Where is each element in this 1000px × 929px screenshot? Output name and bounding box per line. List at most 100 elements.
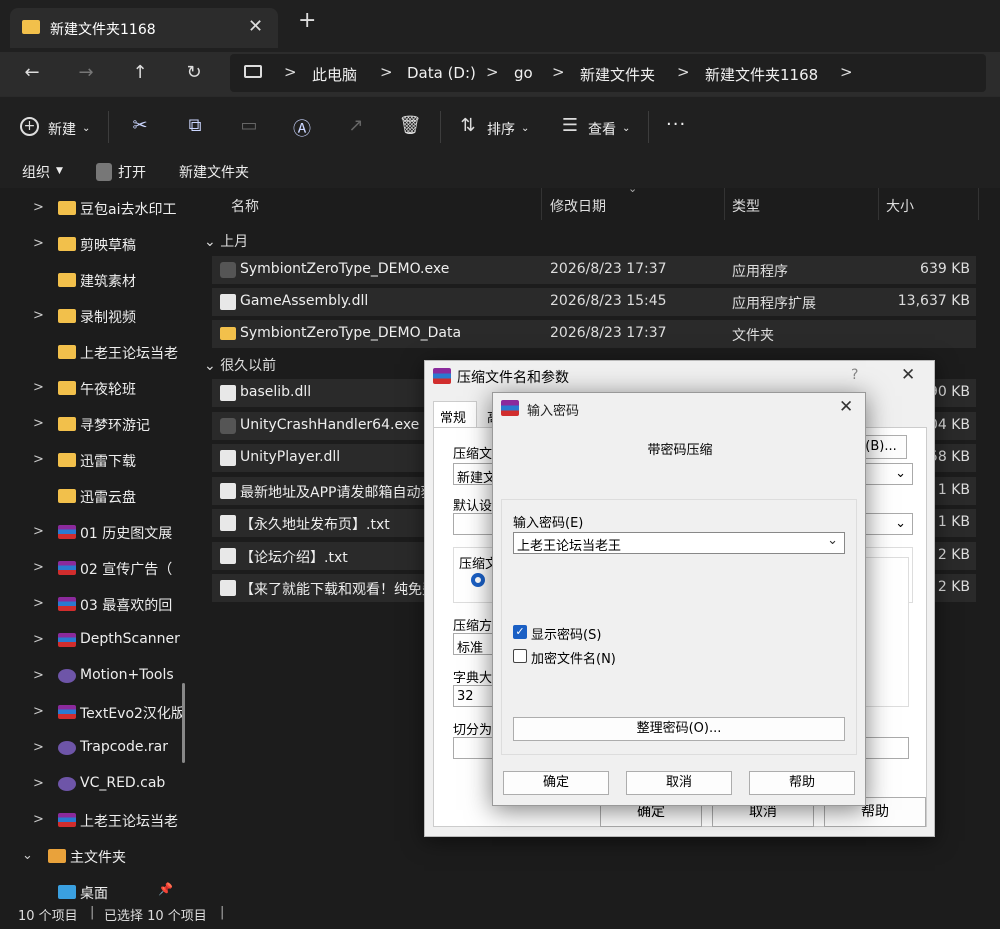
- encrypt-filenames-checkbox[interactable]: [513, 649, 527, 663]
- organize-button[interactable]: 组织: [22, 162, 50, 182]
- sidebar-item[interactable]: > 迅雷下载: [0, 442, 196, 478]
- tab-general[interactable]: 常规: [433, 401, 477, 427]
- chevron-right-icon[interactable]: >: [33, 524, 44, 539]
- sidebar-item[interactable]: > DepthScanner: [0, 622, 196, 658]
- back-arrow-icon[interactable]: ←: [18, 62, 46, 86]
- sidebar-item[interactable]: > 午夜轮班: [0, 370, 196, 406]
- organize-passwords-button[interactable]: 整理密码(O)...: [513, 717, 845, 741]
- copy-icon[interactable]: ⧉: [183, 115, 207, 139]
- sidebar-item[interactable]: >02 宣传广告（: [0, 550, 196, 586]
- breadcrumb-this-pc[interactable]: 此电脑: [312, 64, 357, 85]
- chevron-right-icon[interactable]: >: [33, 380, 44, 395]
- scrollbar-thumb[interactable]: [182, 683, 185, 763]
- chevron-right-icon[interactable]: >: [33, 668, 44, 683]
- sidebar-item-desktop[interactable]: 桌面 📌: [0, 874, 196, 902]
- column-divider: [541, 188, 542, 220]
- column-header-type[interactable]: 类型: [732, 196, 760, 216]
- sidebar-item[interactable]: > 上老王论坛当老: [0, 802, 196, 838]
- sidebar-item[interactable]: > TextEvo2汉化版: [0, 694, 196, 730]
- file-row[interactable]: SymbiontZeroType_DEMO.exe 2026/8/23 17:37…: [212, 256, 976, 284]
- chevron-right-icon[interactable]: >: [33, 560, 44, 575]
- password-input[interactable]: 上老王论坛当老王 ⌄: [513, 532, 845, 554]
- new-button[interactable]: 新建: [48, 119, 76, 139]
- sidebar-item[interactable]: >01 历史图文展: [0, 514, 196, 550]
- sidebar-item[interactable]: > 豆包ai去水印工: [0, 190, 196, 226]
- chevron-right-icon[interactable]: >: [33, 308, 44, 323]
- chevron-right-icon[interactable]: >: [33, 236, 44, 251]
- group-header-recent[interactable]: ⌄ 上月: [204, 231, 248, 251]
- chevron-right-icon[interactable]: >: [33, 812, 44, 827]
- chevron-right-icon[interactable]: >: [33, 596, 44, 611]
- sidebar-item[interactable]: > 寻梦环游记: [0, 406, 196, 442]
- radio-selected-icon[interactable]: [471, 573, 485, 587]
- breadcrumb-drive[interactable]: Data (D:): [407, 64, 476, 82]
- open-button[interactable]: 打开: [118, 162, 146, 182]
- show-password-checkbox[interactable]: ✓: [513, 625, 527, 639]
- new-folder-button[interactable]: 新建文件夹: [179, 162, 249, 182]
- file-name: UnityCrashHandler64.exe: [240, 416, 420, 433]
- breadcrumb-chevron-icon[interactable]: >: [840, 63, 853, 81]
- close-icon[interactable]: ✕: [839, 397, 853, 417]
- share-icon[interactable]: ↗: [344, 115, 368, 139]
- chevron-right-icon[interactable]: >: [33, 776, 44, 791]
- password-dialog: 输入密码 ✕ 带密码压缩 输入密码(E) 上老王论坛当老王 ⌄ ✓ 显示密码(S…: [492, 392, 866, 806]
- sidebar-item[interactable]: > Trapcode.rar: [0, 730, 196, 766]
- sidebar-item-home[interactable]: ⌄ 主文件夹: [0, 838, 196, 874]
- group-header-old[interactable]: ⌄ 很久以前: [204, 355, 276, 375]
- chevron-right-icon[interactable]: >: [33, 452, 44, 467]
- sidebar-item[interactable]: > 剪映草稿: [0, 226, 196, 262]
- sidebar-item[interactable]: 迅雷云盘: [0, 478, 196, 514]
- dll-file-icon: [220, 385, 236, 401]
- dialog-title: 输入密码: [527, 404, 580, 419]
- sidebar-item[interactable]: >03 最喜欢的回: [0, 586, 196, 622]
- home-icon: [48, 849, 66, 863]
- address-bar[interactable]: > 此电脑 > Data (D:) > go > 新建文件夹 > 新建文件夹11…: [230, 54, 986, 92]
- chevron-right-icon[interactable]: >: [33, 416, 44, 431]
- breadcrumb-current-folder[interactable]: 新建文件夹1168: [705, 64, 818, 85]
- pin-icon[interactable]: 📌: [158, 882, 173, 896]
- refresh-icon[interactable]: ↻: [180, 62, 208, 86]
- column-header-date[interactable]: 修改日期: [550, 196, 606, 216]
- cut-icon[interactable]: ✂: [128, 115, 152, 139]
- sort-button[interactable]: 排序: [487, 119, 515, 139]
- chevron-right-icon[interactable]: >: [33, 632, 44, 647]
- folder-icon: [58, 381, 76, 395]
- close-icon[interactable]: ✕: [901, 365, 915, 385]
- file-size: 2 KB: [937, 579, 970, 595]
- file-row[interactable]: GameAssembly.dll 2026/8/23 15:45 应用程序扩展 13,…: [212, 288, 976, 316]
- help-button[interactable]: 帮助: [749, 771, 855, 795]
- file-name: UnityPlayer.dll: [240, 449, 341, 465]
- more-options-icon[interactable]: ···: [666, 114, 686, 135]
- new-tab-button[interactable]: +: [298, 10, 316, 32]
- sidebar-item[interactable]: > VC_RED.cab: [0, 766, 196, 802]
- tab-current[interactable]: 新建文件夹1168 ✕: [10, 8, 278, 48]
- sidebar-item[interactable]: 上老王论坛当老: [0, 334, 196, 370]
- file-name: baselib.dll: [240, 384, 312, 400]
- chevron-right-icon[interactable]: >: [33, 740, 44, 755]
- delete-icon[interactable]: 🗑: [398, 115, 422, 139]
- chevron-right-icon[interactable]: >: [33, 200, 44, 215]
- sidebar-item[interactable]: > Motion+Tools: [0, 658, 196, 694]
- chevron-down-icon[interactable]: ⌄: [22, 848, 33, 863]
- rename-icon[interactable]: Ⓐ: [290, 115, 314, 140]
- dll-file-icon: [220, 450, 236, 466]
- tab-close-icon[interactable]: ✕: [248, 16, 263, 37]
- sidebar-item-label: 主文件夹: [70, 850, 126, 866]
- cancel-button[interactable]: 取消: [626, 771, 732, 795]
- ok-button[interactable]: 确定: [503, 771, 609, 795]
- breadcrumb-parent-folder[interactable]: 新建文件夹: [580, 64, 655, 85]
- column-header-size[interactable]: 大小: [886, 196, 914, 216]
- view-button[interactable]: 查看: [588, 119, 616, 139]
- help-icon[interactable]: ?: [851, 367, 858, 383]
- chevron-right-icon[interactable]: >: [33, 704, 44, 719]
- forward-arrow-icon[interactable]: →: [72, 62, 100, 86]
- file-row[interactable]: SymbiontZeroType_DEMO_Data 2026/8/23 17:3…: [212, 320, 976, 348]
- paste-icon[interactable]: ▭: [237, 115, 261, 139]
- sidebar-item-label: 上老王论坛当老: [80, 814, 178, 830]
- breadcrumb-go[interactable]: go: [514, 64, 533, 82]
- sidebar-item[interactable]: 建筑素材: [0, 262, 196, 298]
- column-header-name[interactable]: 名称: [231, 196, 259, 216]
- sidebar-item[interactable]: > 录制视频: [0, 298, 196, 334]
- text-file-icon: [220, 515, 236, 531]
- up-arrow-icon[interactable]: ↑: [126, 62, 154, 86]
